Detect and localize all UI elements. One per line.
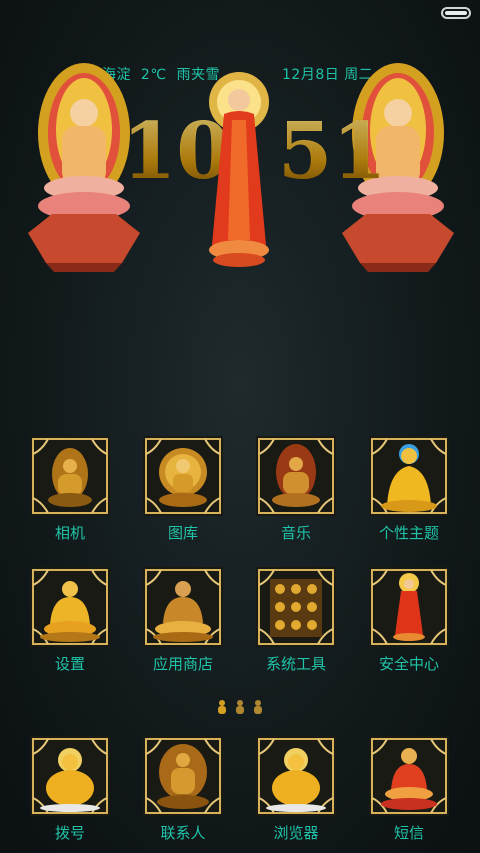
standing-buddha-icon — [369, 567, 449, 647]
date-text: 12月8日 — [282, 67, 340, 83]
app-icon-system-tools[interactable] — [256, 567, 336, 647]
clock-minute[interactable]: 51 — [278, 112, 387, 192]
battery-icon — [441, 7, 471, 19]
app-label-browser: 浏览器 — [273, 824, 319, 842]
shrine-icon — [256, 567, 336, 647]
many-arm-buddha-icon — [143, 736, 223, 816]
app-label-settings: 设置 — [54, 655, 85, 673]
laughing-buddha-icon — [256, 736, 336, 816]
bronze-buddha-icon — [143, 567, 223, 647]
app-icon-security-center[interactable] — [369, 567, 449, 647]
app-icon-browser[interactable] — [256, 736, 336, 816]
app-label-messages: 短信 — [393, 824, 424, 842]
lotus-buddha-icon — [30, 567, 110, 647]
app-label-phone: 拨号 — [54, 824, 85, 842]
app-icon-music[interactable] — [256, 436, 336, 516]
app-icon-contacts[interactable] — [143, 736, 223, 816]
golden-buddha-icon — [369, 436, 449, 516]
meditating-buddha-icon — [256, 436, 336, 516]
laughing-buddha-icon — [30, 736, 110, 816]
app-label-security-center: 安全中心 — [378, 655, 439, 673]
app-icon-themes[interactable] — [369, 436, 449, 516]
thousand-arm-buddha-icon — [143, 436, 223, 516]
app-label-contacts: 联系人 — [160, 824, 206, 842]
app-icon-settings[interactable] — [30, 567, 110, 647]
app-icon-camera[interactable] — [30, 436, 110, 516]
app-label-app-store: 应用商店 — [152, 655, 213, 673]
seated-buddha-icon — [30, 436, 110, 516]
red-robe-buddha-icon — [369, 736, 449, 816]
app-label-themes: 个性主题 — [378, 524, 439, 542]
app-icon-phone[interactable] — [30, 736, 110, 816]
app-icon-gallery[interactable] — [143, 436, 223, 516]
app-label-camera: 相机 — [54, 524, 85, 542]
app-icon-messages[interactable] — [369, 736, 449, 816]
standing-buddha-decoration — [209, 72, 269, 267]
page-indicator[interactable] — [216, 698, 264, 716]
app-label-system-tools: 系统工具 — [265, 655, 326, 673]
page-dot-icon — [218, 700, 262, 714]
app-label-music: 音乐 — [280, 524, 311, 542]
app-label-gallery: 图库 — [167, 524, 198, 542]
app-icon-app-store[interactable] — [143, 567, 223, 647]
